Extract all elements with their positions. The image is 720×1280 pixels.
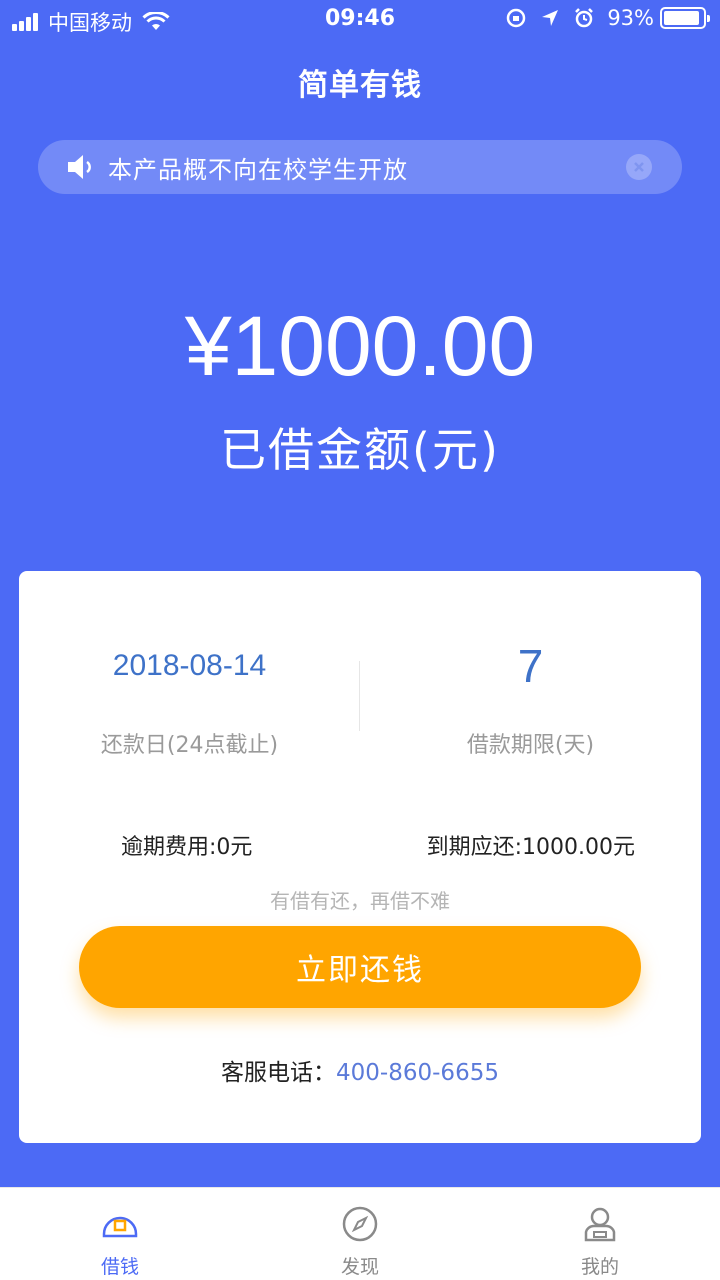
repayment-card: 2018-08-14 还款日(24点截止) 7 借款期限(天) 逾期费用:0元 … [19, 571, 701, 1143]
tab-label: 我的 [580, 1256, 619, 1278]
compass-icon [342, 1206, 378, 1242]
service-phone-link[interactable]: 400-860-6655 [336, 1060, 499, 1086]
loan-amount: ¥1000.00 [184, 299, 536, 393]
tab-label: 发现 [340, 1256, 379, 1278]
location-arrow-icon [542, 10, 559, 26]
notice-banner: 本产品概不向在校学生开放 [38, 140, 682, 194]
page-title: 简单有钱 [298, 68, 422, 103]
tab-bar: 借钱 发现 我的 [0, 1187, 720, 1280]
tab-discover[interactable]: 发现 [240, 1188, 480, 1280]
slogan: 有借有还，再借不难 [270, 889, 450, 913]
overdue-fee: 逾期费用:0元 [121, 835, 253, 860]
borrow-icon [102, 1216, 138, 1238]
battery-percent: 93% [607, 6, 654, 30]
tab-profile[interactable]: 我的 [480, 1188, 720, 1280]
notice-text: 本产品概不向在校学生开放 [108, 155, 408, 184]
term-label: 借款期限(天) [466, 733, 595, 758]
due-total: 到期应还:1000.00元 [426, 835, 635, 860]
close-icon[interactable] [626, 154, 652, 180]
tab-label: 借钱 [100, 1256, 139, 1278]
term-value: 7 [517, 640, 544, 692]
repay-now-button[interactable]: 立即还钱 [79, 926, 641, 1008]
tab-borrow[interactable]: 借钱 [0, 1188, 240, 1280]
battery-fill [664, 11, 700, 25]
service-label: 客服电话： [221, 1060, 337, 1086]
battery-icon [660, 7, 710, 29]
rotation-lock-icon [507, 8, 526, 28]
due-date-value: 2018-08-14 [112, 649, 267, 682]
status-right: 93% [493, 6, 710, 30]
loan-amount-label: 已借金额(元) [220, 423, 500, 477]
status-bar: 中国移动 09:46 93% [0, 0, 720, 40]
customer-service: 客服电话：400-860-6655 [19, 1053, 701, 1087]
speaker-icon [68, 155, 91, 179]
due-date-label: 还款日(24点截止) [100, 733, 279, 758]
alarm-icon [575, 8, 594, 28]
profile-icon [584, 1207, 616, 1242]
